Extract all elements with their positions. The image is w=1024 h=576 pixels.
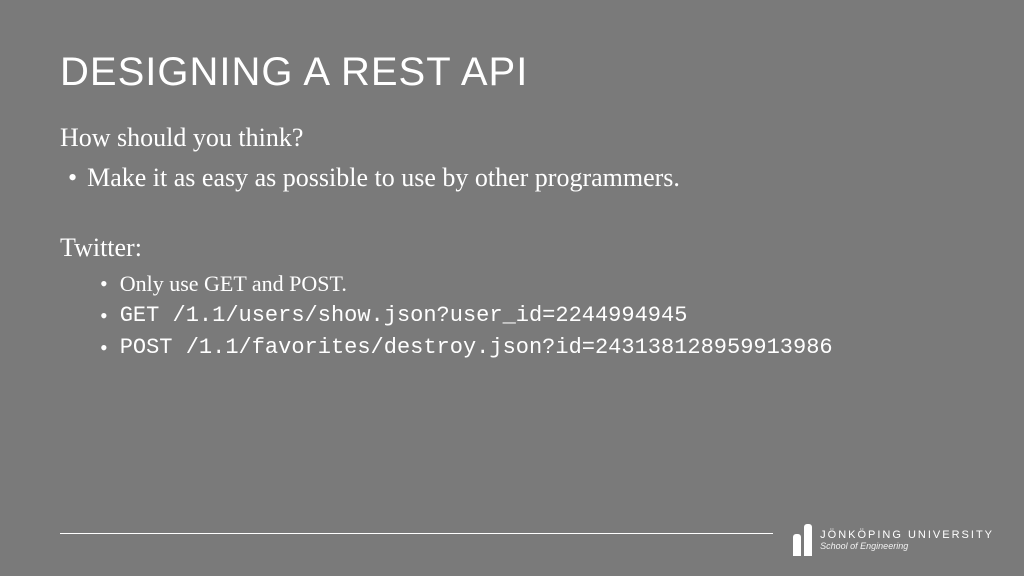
slide-content: DESIGNING A REST API How should you thin… [0, 0, 1024, 361]
bullet-dot: • [100, 271, 108, 297]
bullet-dot: • [100, 303, 108, 329]
slide-subtitle: How should you think? [60, 123, 964, 153]
logo-sub-text: School of Engineering [820, 541, 994, 551]
university-logo: JÖNKÖPING UNIVERSITY School of Engineeri… [793, 524, 994, 556]
slide-title: DESIGNING A REST API [60, 50, 964, 95]
sub-bullet-item: • POST /1.1/favorites/destroy.json?id=24… [100, 335, 964, 361]
main-bullet: • Make it as easy as possible to use by … [60, 163, 964, 193]
main-bullet-text: Make it as easy as possible to use by ot… [87, 163, 680, 193]
sub-bullet-code: POST /1.1/favorites/destroy.json?id=2431… [120, 335, 833, 361]
sub-bullet-item: • Only use GET and POST. [100, 271, 964, 297]
sub-bullet-text: Only use GET and POST. [120, 271, 347, 297]
slide-footer: JÖNKÖPING UNIVERSITY School of Engineeri… [60, 524, 994, 556]
bullet-dot: • [100, 335, 108, 361]
sub-bullet-list: • Only use GET and POST. • GET /1.1/user… [60, 271, 964, 361]
sub-bullet-code: GET /1.1/users/show.json?user_id=2244994… [120, 303, 688, 329]
logo-icon [793, 524, 812, 556]
logo-main-text: JÖNKÖPING UNIVERSITY [820, 529, 994, 541]
sub-bullet-item: • GET /1.1/users/show.json?user_id=22449… [100, 303, 964, 329]
logo-text: JÖNKÖPING UNIVERSITY School of Engineeri… [820, 529, 994, 551]
footer-divider [60, 533, 773, 534]
bullet-dot: • [68, 163, 77, 193]
section-label: Twitter: [60, 233, 964, 263]
